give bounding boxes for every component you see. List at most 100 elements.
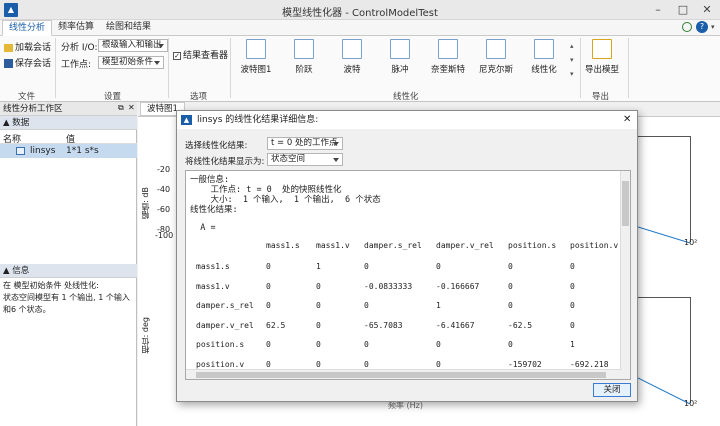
model-icon xyxy=(16,147,25,155)
toolstrip-tabs: 线性分析 频率估算 绘图和结果 ? ▾ xyxy=(0,20,720,36)
toolbar-circle-icon[interactable] xyxy=(682,22,692,32)
matrix-cell: 0 xyxy=(570,281,575,291)
phase-curve xyxy=(637,377,691,405)
matrix-row-header: position.v xyxy=(196,359,245,369)
close-button[interactable]: 关闭 xyxy=(593,383,631,397)
tab-frequency-estimation[interactable]: 频率估算 xyxy=(52,20,100,36)
result-viewer-checkbox[interactable]: ✓ 结果查看器 xyxy=(173,48,228,61)
matrix-cell: 0 xyxy=(316,320,321,330)
select-result-dropdown[interactable]: t = 0 处的工作点 xyxy=(267,137,343,150)
matrix-cell: 0 xyxy=(508,262,513,271)
magnitude-axes xyxy=(637,136,691,244)
minimize-button[interactable]: – xyxy=(650,2,666,18)
matrix-cell: 0 xyxy=(266,262,271,271)
matrix-row-header: position.s xyxy=(196,340,245,349)
matrix-cell: 0 xyxy=(364,340,369,349)
nyquist-icon xyxy=(438,39,458,59)
matlab-icon: ▲ xyxy=(181,115,192,125)
matrix-cell: -159702 xyxy=(508,359,542,369)
export-model-button[interactable]: 导出模型 xyxy=(580,39,624,75)
bode-plot1-button[interactable]: 波特图1 xyxy=(234,39,278,75)
panel-undock-icon[interactable]: ⧉ xyxy=(118,103,124,113)
matrix-cell: 0 xyxy=(316,359,321,369)
nichols-button[interactable]: 尼克尔斯 xyxy=(474,39,518,75)
nichols-icon xyxy=(486,39,506,59)
workspace-title: 线性分析工作区 xyxy=(0,102,137,116)
matrix-cell: 0 xyxy=(364,262,369,271)
gallery-scroll-down-icon[interactable]: ▾ xyxy=(570,56,574,64)
vertical-scrollbar[interactable] xyxy=(620,171,630,379)
matrix-cell: -62.5 xyxy=(508,320,533,330)
table-header: 名称 值 xyxy=(0,130,137,145)
collapse-icon: ▲ xyxy=(3,266,13,276)
collapse-ribbon-icon[interactable]: ▾ xyxy=(711,23,715,31)
matrix-column-header: position.v xyxy=(570,241,619,250)
impulse-button[interactable]: 脉冲 xyxy=(378,39,422,75)
analysis-io-label: 分析 I/O: xyxy=(61,43,98,53)
tab-plots-results[interactable]: 绘图和结果 xyxy=(100,20,157,36)
scrollbar-thumb[interactable] xyxy=(622,181,629,226)
collapse-icon: ▲ xyxy=(3,118,13,128)
matrix-cell: 0 xyxy=(266,340,271,349)
matrix-cell: 0 xyxy=(266,281,271,291)
row-name: linsys xyxy=(30,146,56,156)
matrix-cell: 0 xyxy=(316,281,321,291)
gallery-expand-icon[interactable]: ▾ xyxy=(570,70,574,78)
y-tick: -60 xyxy=(157,205,171,214)
matrix-cell: 0 xyxy=(364,301,369,310)
group-label-options: 选项 xyxy=(190,92,208,102)
matrix-cell: -6.41667 xyxy=(436,320,475,330)
info-section-header[interactable]: ▲ 信息 xyxy=(0,264,137,278)
panel-close-icon[interactable]: ✕ xyxy=(128,103,135,112)
play-icon xyxy=(534,39,554,59)
close-window-button[interactable]: ✕ xyxy=(699,2,715,18)
window-title: 模型线性化器 - ControlModelTest xyxy=(282,8,438,19)
matrix-cell: 1 xyxy=(570,340,575,349)
matrix-column-header: mass1.s xyxy=(266,241,300,250)
display-as-label: 将线性化结果显示为: xyxy=(185,157,265,167)
result-text-area[interactable]: 一般信息: 工作点: t = 0 处的快照线性化 大小: 1 个输入, 1 个输… xyxy=(185,170,631,380)
phase-axes xyxy=(637,297,691,405)
step-button[interactable]: 阶跃 xyxy=(282,39,326,75)
group-divider xyxy=(628,38,629,98)
group-divider xyxy=(168,38,169,98)
analysis-io-dropdown[interactable]: 根级输入和输出 xyxy=(98,39,168,52)
load-session-button[interactable]: 加载会话 xyxy=(4,40,51,53)
step-icon xyxy=(294,39,314,59)
help-icon[interactable]: ? xyxy=(696,21,708,33)
title-bar: ▲ 模型线性化器 - ControlModelTest – □ ✕ xyxy=(0,0,720,20)
matrix-cell: -65.7083 xyxy=(364,320,403,330)
save-icon xyxy=(4,59,13,68)
export-icon xyxy=(592,39,612,59)
tab-linear-analysis[interactable]: 线性分析 xyxy=(2,20,53,36)
display-as-dropdown[interactable]: 状态空间 xyxy=(267,153,343,166)
matrix-row-header: mass1.v xyxy=(196,281,230,291)
matrix-cell: 1 xyxy=(316,262,321,271)
group-label-file: 文件 xyxy=(18,92,36,102)
maximize-button[interactable]: □ xyxy=(675,2,691,18)
group-label-linearize: 线性化 xyxy=(393,92,419,102)
horizontal-scrollbar[interactable] xyxy=(186,369,622,379)
matrix-cell: 0 xyxy=(316,301,321,310)
matrix-cell: 0 xyxy=(266,301,271,310)
operating-point-dropdown[interactable]: 模型初始条件 xyxy=(98,56,164,69)
nyquist-button[interactable]: 奈奎斯特 xyxy=(426,39,470,75)
matrix-cell: 0 xyxy=(508,301,513,310)
matrix-row-header: mass1.s xyxy=(196,262,230,271)
bode-button[interactable]: 波特 xyxy=(330,39,374,75)
scrollbar-thumb[interactable] xyxy=(196,372,606,378)
select-result-label: 选择线性化结果: xyxy=(185,141,248,151)
linearization-details-dialog: ▲ linsys 的线性化结果详细信息: ✕ 选择线性化结果: t = 0 处的… xyxy=(176,110,638,402)
save-session-button[interactable]: 保存会话 xyxy=(4,56,51,69)
bode-icon xyxy=(342,39,362,59)
data-section-header[interactable]: ▲ 数据 xyxy=(0,116,137,130)
linearize-button[interactable]: 线性化 xyxy=(522,39,566,75)
matrix-cell: 0 xyxy=(436,359,441,369)
table-row[interactable]: linsys 1*1 s*s xyxy=(0,144,137,158)
dialog-close-icon[interactable]: ✕ xyxy=(623,111,631,129)
gallery-scroll-up-icon[interactable]: ▴ xyxy=(570,42,574,50)
group-divider xyxy=(55,38,56,98)
matrix-column-header: damper.v_rel xyxy=(436,241,494,250)
matrix-cell: 0 xyxy=(570,262,575,271)
info-text: 在 模型初始条件 处线性化: 状态空间模型有 1 个输出, 1 个输入和6 个状… xyxy=(3,281,130,314)
